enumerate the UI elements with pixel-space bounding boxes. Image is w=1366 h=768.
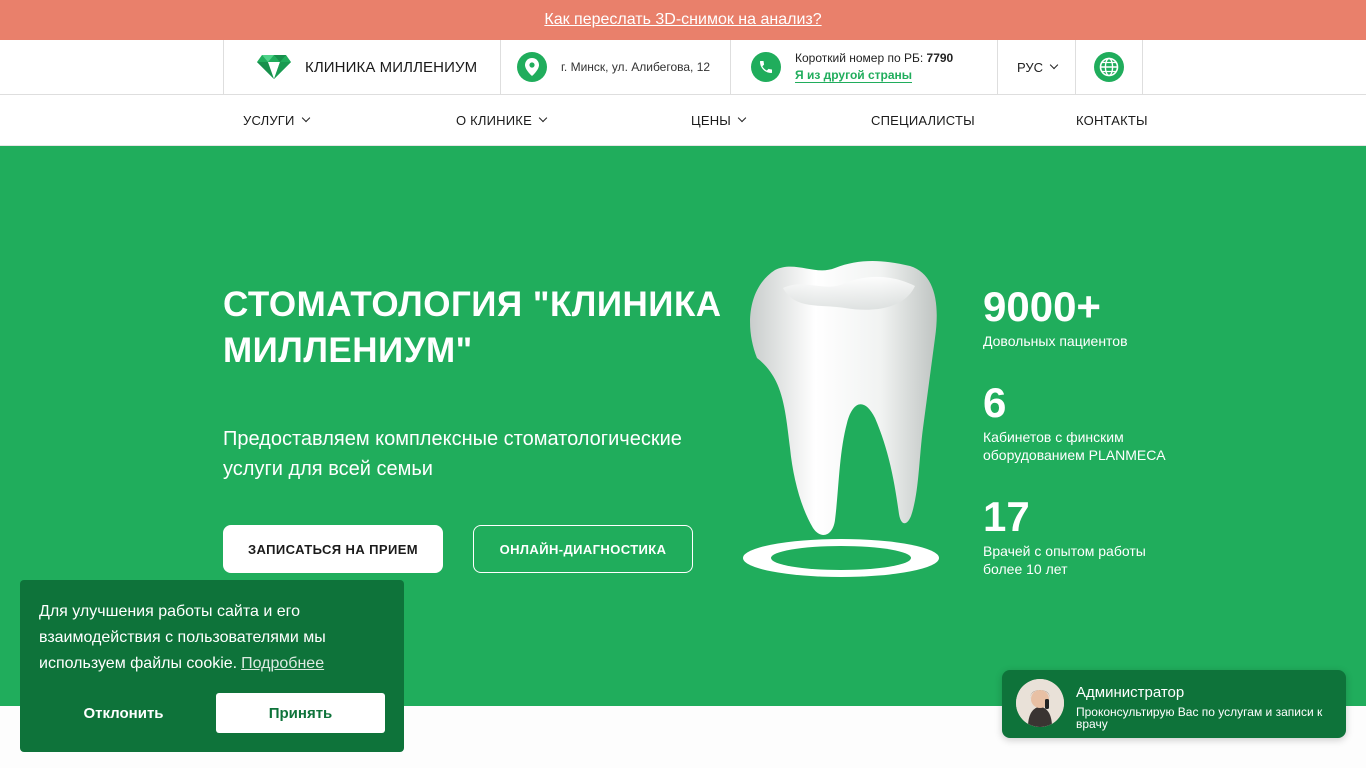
nav-item-about[interactable]: О КЛИНИКЕ	[456, 95, 548, 145]
nav-label: О КЛИНИКЕ	[456, 112, 532, 128]
other-country-link[interactable]: Я из другой страны	[795, 68, 913, 83]
nav-item-prices[interactable]: ЦЕНЫ	[691, 95, 747, 145]
cookie-decline-button[interactable]: Отклонить	[39, 693, 208, 733]
diamond-logo-icon	[257, 55, 291, 79]
stat-patients: 9000+ Довольных пациентов	[983, 284, 1173, 350]
stat-value: 6	[983, 379, 1007, 426]
cookie-more-link[interactable]: Подробнее	[241, 655, 324, 672]
phone-icon[interactable]	[751, 52, 781, 82]
stat-label: Кабинетов с финским оборудованием PLANME…	[983, 429, 1166, 463]
chevron-down-icon	[301, 113, 310, 123]
stat-label: Довольных пациентов	[983, 333, 1128, 349]
phone-number[interactable]: 7790	[927, 51, 954, 65]
stat-doctors: 17 Врачей с опытом работы более 10 лет	[983, 494, 1158, 578]
globe-icon[interactable]	[1094, 52, 1124, 82]
stat-value: 17	[983, 493, 1030, 540]
logo-text: КЛИНИКА МИЛЛЕНИУМ	[305, 58, 478, 76]
logo-cell[interactable]: КЛИНИКА МИЛЛЕНИУМ	[223, 40, 501, 94]
cookie-banner: Для улучшения работы сайта и его взаимод…	[20, 580, 404, 752]
globe-cell[interactable]	[1075, 40, 1143, 94]
phone-cell: Короткий номер по РБ: 7790 Я из другой с…	[730, 40, 998, 94]
chevron-down-icon	[737, 113, 747, 123]
stat-cabinets: 6 Кабинетов с финским оборудованием PLAN…	[983, 380, 1178, 464]
chevron-down-icon	[538, 113, 548, 123]
cookie-message: Для улучшения работы сайта и его взаимод…	[39, 599, 385, 677]
avatar	[1016, 679, 1064, 727]
address-text: г. Минск, ул. Алибегова, 12	[561, 60, 711, 74]
online-diagnostics-button[interactable]: ОНЛАЙН-ДИАГНОСТИКА	[473, 525, 693, 573]
nav-item-services[interactable]: УСЛУГИ	[243, 95, 310, 145]
language-label: РУС	[1016, 59, 1044, 75]
stat-label: Врачей с опытом работы более 10 лет	[983, 543, 1146, 577]
hero-subtitle: Предоставляем комплексные стоматологичес…	[223, 428, 682, 480]
book-appointment-button[interactable]: ЗАПИСАТЬСЯ НА ПРИЕМ	[223, 525, 443, 573]
location-pin-icon	[517, 52, 547, 82]
nav-label: СПЕЦИАЛИСТЫ	[871, 112, 975, 128]
nav-label: УСЛУГИ	[243, 112, 295, 128]
tooth-illustration	[743, 261, 939, 577]
nav-label: ЦЕНЫ	[691, 112, 731, 128]
chat-description: Проконсультирую Вас по услугам и записи …	[1076, 705, 1323, 731]
nav-item-specialists[interactable]: СПЕЦИАЛИСТЫ	[871, 95, 975, 145]
main-nav: УСЛУГИ О КЛИНИКЕ ЦЕНЫ СПЕЦИАЛИСТЫ КОНТАК…	[0, 95, 1366, 146]
nav-item-contacts[interactable]: КОНТАКТЫ	[1076, 95, 1148, 145]
language-select[interactable]: РУС	[997, 40, 1076, 94]
nav-label: КОНТАКТЫ	[1076, 112, 1148, 128]
phone-line[interactable]: Короткий номер по РБ: 7790	[795, 51, 953, 65]
phone-label: Короткий номер по РБ:	[795, 51, 924, 65]
cookie-accept-button[interactable]: Принять	[216, 693, 385, 733]
address-cell: г. Минск, ул. Алибегова, 12	[500, 40, 731, 94]
hero-title: СТОМАТОЛОГИЯ "КЛИНИКА МИЛЛЕНИУМ"	[223, 285, 722, 370]
chat-widget[interactable]: Администратор Проконсультирую Вас по усл…	[1002, 670, 1346, 738]
promo-link[interactable]: Как переслать 3D-снимок на анализ?	[544, 11, 821, 29]
promo-banner: Как переслать 3D-снимок на анализ?	[0, 0, 1366, 40]
chat-agent-name: Администратор	[1076, 684, 1185, 701]
stat-value: 9000+	[983, 283, 1101, 330]
header: КЛИНИКА МИЛЛЕНИУМ г. Минск, ул. Алибегов…	[0, 40, 1366, 95]
chevron-down-icon	[1049, 60, 1059, 70]
